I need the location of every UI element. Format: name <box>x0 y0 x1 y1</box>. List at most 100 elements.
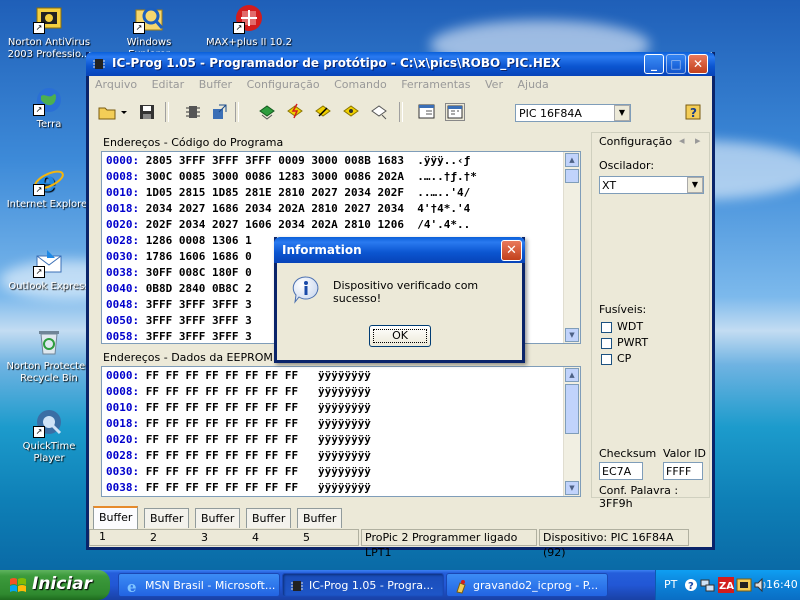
clock[interactable]: 16:40 <box>766 578 798 591</box>
scroll-thumb[interactable] <box>565 384 579 434</box>
tab-buffer-1[interactable]: Buffer 1 <box>93 506 139 543</box>
chip-read-icon <box>259 105 275 120</box>
checksum-field: EC7A <box>599 462 643 480</box>
eeprom-hex-view[interactable]: 0000: FF FF FF FF FF FF FF FF ÿÿÿÿÿÿÿÿ 0… <box>101 366 581 497</box>
menu-ver[interactable]: Ver <box>479 76 508 91</box>
task-msn-brasil[interactable]: e MSN Brasil - Microsoft... <box>118 573 280 597</box>
tab-buffer-2[interactable]: Buffer 2 <box>144 508 190 544</box>
start-button[interactable]: Iniciar <box>0 570 110 600</box>
desktop-icon-maxplus[interactable]: ↗ MAX+plus II 10.2 <box>206 2 292 49</box>
oscilator-dropdown[interactable]: ▼ <box>687 177 703 193</box>
program-all-button[interactable] <box>285 103 305 121</box>
tab-buffer-4[interactable]: Buffer 4 <box>246 508 292 544</box>
chip-export-icon <box>213 104 227 119</box>
desktop-icon-recycle-bin[interactable]: Norton Protected Recycle Bin <box>6 326 92 385</box>
hex-row: 0008: 300C 0085 3000 0086 1283 3000 0086… <box>106 170 477 183</box>
verify-button[interactable] <box>341 103 361 121</box>
minimize-icon: _ <box>651 57 657 71</box>
maximize-icon: □ <box>670 57 682 71</box>
desktop-icon-outlook-express[interactable]: ↗ Outlook Express <box>6 246 92 293</box>
menu-ferramentas[interactable]: Ferramentas <box>395 76 475 91</box>
chip-config-button[interactable] <box>183 103 203 121</box>
desktop-icon-label: Internet Explorer <box>6 199 92 210</box>
internet-explorer-icon: e ↗ <box>33 164 65 198</box>
window-title: IC-Prog 1.05 - Programador de protótipo … <box>112 56 561 70</box>
task-label: IC-Prog 1.05 - Progra... <box>309 579 434 592</box>
desktop-icon-terra[interactable]: ↗ Terra <box>6 84 92 131</box>
close-button[interactable]: ✕ <box>688 54 708 74</box>
menu-configuracao[interactable]: Configuração <box>241 76 325 91</box>
help-button[interactable]: ? <box>683 103 703 121</box>
config-next-arrow[interactable]: ▸ <box>695 134 701 147</box>
information-dialog: Information ✕ Dispositivo verificado com… <box>274 237 525 363</box>
scroll-thumb[interactable] <box>565 169 579 183</box>
oscilator-label: Oscilador: <box>599 159 655 172</box>
menu-editar[interactable]: Editar <box>146 76 190 91</box>
fuse-wdt-label: WDT <box>617 320 644 333</box>
status-device: Dispositivo: PIC 16F84A (92) <box>539 529 689 559</box>
device-select[interactable]: PIC 16F84A ▼ <box>515 104 631 122</box>
scroll-up-button[interactable]: ▲ <box>565 153 579 167</box>
za-firewall-icon[interactable]: ZA <box>718 577 734 593</box>
menu-buffer[interactable]: Buffer <box>193 76 237 91</box>
device-select-value: PIC 16F84A <box>519 107 582 120</box>
paint-icon <box>456 580 466 594</box>
ok-button[interactable]: OK <box>369 325 431 347</box>
erase-all-button[interactable] <box>313 103 333 121</box>
tray-help-icon[interactable]: ? <box>684 578 698 592</box>
desktop-icon-label: Outlook Express <box>8 281 90 292</box>
view-program-button[interactable] <box>417 103 437 121</box>
eeprom-scrollbar[interactable]: ▲ ▼ <box>563 367 580 496</box>
menu-ajuda[interactable]: Ajuda <box>511 76 553 91</box>
desktop-icon-norton-antivirus[interactable]: ↗ Norton AntiVirus 2003 Professio... <box>6 2 92 61</box>
norton-tray-icon[interactable] <box>736 577 752 593</box>
minimize-button[interactable]: _ <box>644 54 664 74</box>
desktop-icon-label: QuickTime Player <box>22 441 76 464</box>
fuses-label: Fusíveis: <box>599 303 647 316</box>
chevron-up-icon: ▲ <box>569 371 575 379</box>
menubar: Arquivo Editar Buffer Configuração Coman… <box>89 76 712 94</box>
scroll-down-button[interactable]: ▼ <box>565 328 579 342</box>
hex-row: 0018: 2034 2027 1686 2034 202A 2810 2027… <box>106 202 471 215</box>
fuse-pwrt-checkbox[interactable] <box>601 338 612 349</box>
device-select-dropdown[interactable]: ▼ <box>614 105 630 121</box>
open-dropdown-button[interactable] <box>119 103 129 121</box>
menu-arquivo[interactable]: Arquivo <box>89 76 142 91</box>
menu-comando[interactable]: Comando <box>328 76 392 91</box>
config-prev-arrow[interactable]: ◂ <box>679 134 685 147</box>
desktop-icon-quicktime[interactable]: ↗ QuickTime Player <box>6 406 92 465</box>
read-all-button[interactable] <box>257 103 277 121</box>
task-gravando2[interactable]: gravando2_icprog - P... <box>446 573 608 597</box>
program-scrollbar[interactable]: ▲ ▼ <box>563 152 580 343</box>
chip-export-button[interactable] <box>209 103 229 121</box>
start-label: Iniciar <box>32 574 93 594</box>
tab-buffer-5[interactable]: Buffer 5 <box>297 508 343 544</box>
hex-row: 0038: FF FF FF FF FF FF FF FF ÿÿÿÿÿÿÿÿ <box>106 481 371 494</box>
open-button[interactable] <box>97 103 117 121</box>
scroll-up-button[interactable]: ▲ <box>565 368 579 382</box>
dialog-title: Information <box>282 243 362 257</box>
blank-check-button[interactable] <box>369 103 389 121</box>
desktop-icon-internet-explorer[interactable]: e ↗ Internet Explorer <box>6 164 92 211</box>
scroll-down-button[interactable]: ▼ <box>565 481 579 495</box>
task-icprog[interactable]: IC-Prog 1.05 - Progra... <box>282 573 444 597</box>
fuse-cp-checkbox[interactable] <box>601 354 612 365</box>
maximize-button[interactable]: □ <box>666 54 686 74</box>
system-tray: PT ? ZA 16:40 <box>655 570 800 600</box>
tab-buffer-3[interactable]: Buffer 3 <box>195 508 241 544</box>
fuse-wdt-checkbox[interactable] <box>601 322 612 333</box>
language-indicator[interactable]: PT <box>664 578 677 591</box>
desktop-icon-label: MAX+plus II 10.2 <box>206 37 292 48</box>
valor-id-field[interactable]: FFFF <box>663 462 703 480</box>
dialog-titlebar[interactable]: Information ✕ <box>274 237 525 263</box>
view-hex-button[interactable] <box>445 103 465 121</box>
network-icon[interactable] <box>700 577 716 593</box>
oscilator-select[interactable]: XT ▼ <box>599 176 704 194</box>
hex-row: 0010: 1D05 2815 1D85 281E 2810 2027 2034… <box>106 186 471 199</box>
window-titlebar[interactable]: IC-Prog 1.05 - Programador de protótipo … <box>86 52 715 76</box>
hex-row: 0028: FF FF FF FF FF FF FF FF ÿÿÿÿÿÿÿÿ <box>106 449 371 462</box>
toolbar-separator <box>399 102 403 122</box>
save-button[interactable] <box>137 103 157 121</box>
dialog-close-button[interactable]: ✕ <box>501 240 522 261</box>
valor-id-label: Valor ID <box>663 447 706 460</box>
